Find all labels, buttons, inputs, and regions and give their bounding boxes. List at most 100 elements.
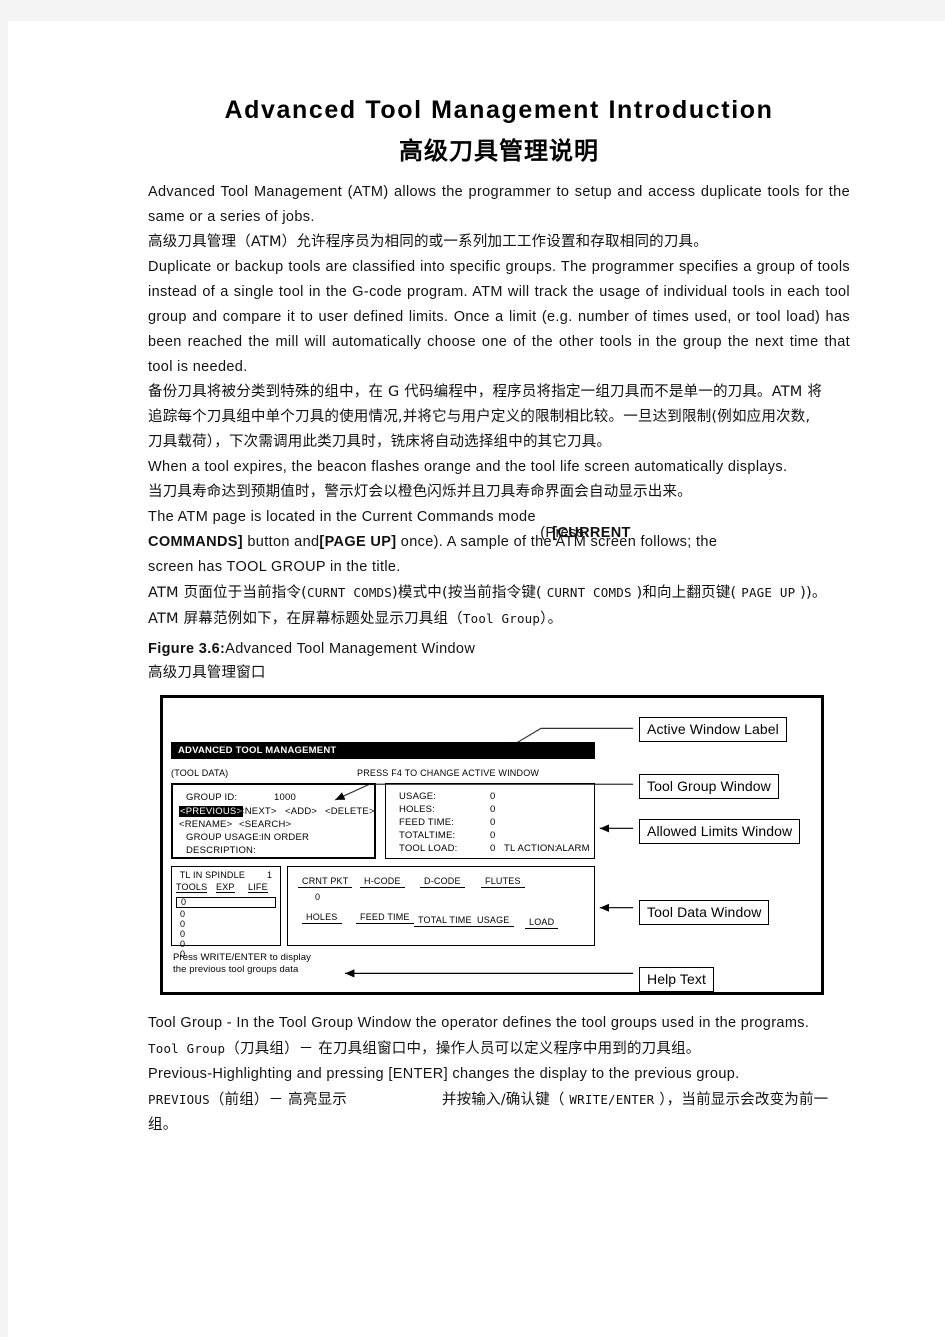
paragraph-2-en: Duplicate or backup tools are classified… <box>148 259 850 375</box>
figure-advanced-tool-management: ADVANCED TOOL MANAGEMENT (TOOL DATA) PRE… <box>160 695 824 995</box>
paragraph-1-cn: 高级刀具管理（ATM）允许程序员为相同的或一系列加工工作设置和存取相同的刀具。 <box>148 234 708 250</box>
tl-action-value: ALARM <box>556 843 590 854</box>
atm-page-cn-c: )和向上翻页键( <box>631 585 742 601</box>
tool-in-spindle-window[interactable]: TL IN SPINDLE 1 TOOLS EXP LIFE 0 0 0 0 0 … <box>171 866 281 959</box>
paragraph-2-cn-line3: 刀具载荷），下次需调用此类刀具时，铣床将自动选择组中的其它刀具。 <box>148 434 612 450</box>
page-subtitle: 高级刀具管理说明 <box>399 136 599 165</box>
delete-button[interactable]: <DELETE> <box>325 806 375 817</box>
limit-usage-value: 0 <box>490 791 496 802</box>
crnt-pkt-value: 0 <box>315 892 321 902</box>
group-id-value: 1000 <box>274 792 296 803</box>
tool-group-cn-text: （刀具组）－ 在刀具组窗口中，操作人员可以定义程序中用到的刀具组。 <box>225 1041 701 1057</box>
atm-page-cn-b: )模式中(按当前指令键( <box>392 585 547 601</box>
tool-data-label: (TOOL DATA) <box>171 768 229 778</box>
column-header-crnt-pkt: CRNT PKT <box>298 876 353 888</box>
tl-in-spindle-number: 1 <box>267 870 273 880</box>
group-id-label: GROUP ID: <box>186 792 238 803</box>
limit-tool-load-value: 0 <box>490 843 496 854</box>
atm-page-cn-a: ATM 页面位于当前指令( <box>148 585 308 601</box>
paragraph-2-cn-line2: 追踪每个刀具组中单个刀具的使用情况,并将它与用户定义的限制相比较。一旦达到限制(… <box>148 409 811 425</box>
paragraph-2-cn-line1: 备份刀具将被分类到特殊的组中，在 G 代码编程中，程序员将指定一组刀具而不是单一… <box>148 384 823 400</box>
paragraph-6-en: Previous-Highlighting and pressing [ENTE… <box>148 1066 740 1082</box>
active-window-titlebar: ADVANCED TOOL MANAGEMENT <box>171 742 595 759</box>
callout-help-text: Help Text <box>639 967 715 992</box>
tl-action-label: TL ACTION: <box>504 843 558 854</box>
atm-screen-cn-a: ATM 屏幕范例如下，在屏幕标题处显示刀具组（ <box>148 611 463 627</box>
document-content: Advanced Tool Management Introduction 高级… <box>148 96 850 1138</box>
figure-caption: Figure 3.6:Advanced Tool Management Wind… <box>148 638 850 661</box>
limit-tool-load-label: TOOL LOAD: <box>399 843 458 854</box>
curnt-comds-mono-2: CURNT COMDS <box>546 585 632 600</box>
description-label: DESCRIPTION: <box>186 845 256 856</box>
search-button[interactable]: <SEARCH> <box>239 819 291 830</box>
atm-screen-mock: ADVANCED TOOL MANAGEMENT (TOOL DATA) PRE… <box>169 706 611 988</box>
tools-row-selected[interactable]: 0 <box>176 897 276 908</box>
column-header-load: LOAD <box>525 917 559 929</box>
tl-in-spindle-title: TL IN SPINDLE 1 <box>172 870 280 880</box>
limit-holes-value: 0 <box>490 804 496 815</box>
limit-holes-label: HOLES: <box>399 804 436 815</box>
next-button[interactable]: <NEXT> <box>239 806 277 817</box>
group-usage-label: GROUP USAGE: <box>186 832 262 843</box>
column-header-tools: TOOLS <box>176 882 208 893</box>
callout-tool-data-window: Tool Data Window <box>639 900 770 925</box>
paragraph-6-cn-line1: PREVIOUS（前组）－ 高亮显示 并按输入/确认键（ WRITE/ENTER … <box>148 1087 850 1113</box>
limit-usage-label: USAGE: <box>399 791 437 802</box>
help-text: Press WRITE/ENTER to display the previou… <box>173 952 311 976</box>
column-header-flutes: FLUTES <box>481 876 525 888</box>
tools-row[interactable]: 0 <box>180 929 185 939</box>
paragraph-6-cn-line2: 组。 <box>148 1117 178 1133</box>
allowed-limits-window[interactable]: USAGE: 0 HOLES: 0 FEED TIME: 0 TOTALTIME… <box>385 783 595 859</box>
enter-cn-text-a: 并按输入/确认键（ <box>441 1092 570 1108</box>
figure-caption-cn: 高级刀具管理窗口 <box>148 665 266 681</box>
paragraph-4-cn-line2: ATM 屏幕范例如下，在屏幕标题处显示刀具组（Tool Group）。 <box>148 606 850 632</box>
paragraph-3-cn: 当刀具寿命达到预期值时，警示灯会以橙色闪烁并且刀具寿命界面会自动显示出来。 <box>148 484 692 500</box>
rename-button[interactable]: <RENAME> <box>179 819 232 830</box>
tl-in-spindle-label: TL IN SPINDLE <box>179 870 246 880</box>
callout-allowed-limits-window: Allowed Limits Window <box>639 819 801 844</box>
tools-row[interactable]: 0 <box>180 909 185 919</box>
column-header-life: LIFE <box>248 882 268 893</box>
column-header-total-time: TOTAL TIME <box>414 915 476 927</box>
figure-caption-text: Advanced Tool Management Window <box>225 641 476 657</box>
column-header-holes: HOLES <box>302 912 342 924</box>
tool-group-mono-2: Tool Group <box>148 1041 226 1056</box>
button-and-text: button and <box>242 534 320 550</box>
callout-active-window-label: Active Window Label <box>639 717 787 742</box>
column-header-h-code: H-CODE <box>360 876 405 888</box>
page-up-mono: PAGE UP <box>741 585 796 600</box>
paragraph-4-cn-line1: ATM 页面位于当前指令(CURNT COMDS)模式中(按当前指令键( CUR… <box>148 580 850 606</box>
atm-screen-cn-b: ）。 <box>540 611 563 627</box>
paragraph-4-en-line1: The ATM page is located in the Current C… <box>148 505 850 541</box>
page-title: Advanced Tool Management Introduction <box>224 96 774 124</box>
column-header-d-code: D-CODE <box>420 876 465 888</box>
tool-group-window[interactable]: GROUP ID: 1000 <PREVIOUS> <NEXT> <ADD> <… <box>171 783 376 859</box>
add-button[interactable]: <ADD> <box>285 806 317 817</box>
figure-caption-label: Figure 3.6: <box>148 641 226 657</box>
paragraph-5-cn: Tool Group（刀具组）－ 在刀具组窗口中，操作人员可以定义程序中用到的刀… <box>148 1036 850 1062</box>
paragraph-4-en-line2: COMMANDS] button and[PAGE UP] once). A s… <box>148 530 850 555</box>
current-key-text: [CURRENT <box>552 525 631 541</box>
write-enter-mono: WRITE/ENTER <box>569 1092 655 1107</box>
column-header-usage: USAGE <box>473 915 514 927</box>
previous-cn-text: （前组）－ 高亮显示 <box>209 1092 347 1108</box>
tools-row[interactable]: 0 <box>180 919 185 929</box>
tools-row[interactable]: 0 <box>180 939 185 949</box>
tool-group-mono: Tool Group <box>462 611 541 626</box>
limit-totaltime-value: 0 <box>490 830 496 841</box>
document-page: Advanced Tool Management Introduction 高级… <box>8 21 945 1337</box>
tool-data-window[interactable]: CRNT PKT H-CODE D-CODE FLUTES 0 HOLES FE… <box>287 866 595 946</box>
group-usage-value: IN ORDER <box>261 832 310 843</box>
column-header-feed-time: FEED TIME <box>356 912 414 924</box>
page-up-key-text: [PAGE UP] <box>319 534 397 550</box>
paragraph-5-en: Tool Group - In the Tool Group Window th… <box>148 1015 810 1031</box>
limit-feed-time-label: FEED TIME: <box>399 817 455 828</box>
paragraph-1-en: Advanced Tool Management (ATM) allows th… <box>148 184 850 225</box>
help-text-line2: the previous tool groups data <box>173 964 299 975</box>
previous-button[interactable]: <PREVIOUS> <box>179 806 244 817</box>
paragraph-3-en: When a tool expires, the beacon flashes … <box>148 459 788 475</box>
limit-totaltime-label: TOTALTIME: <box>399 830 456 841</box>
column-header-exp: EXP <box>216 882 235 893</box>
curnt-comds-mono-1: CURNT COMDS <box>307 585 393 600</box>
press-f4-hint: PRESS F4 TO CHANGE ACTIVE WINDOW <box>357 768 540 778</box>
